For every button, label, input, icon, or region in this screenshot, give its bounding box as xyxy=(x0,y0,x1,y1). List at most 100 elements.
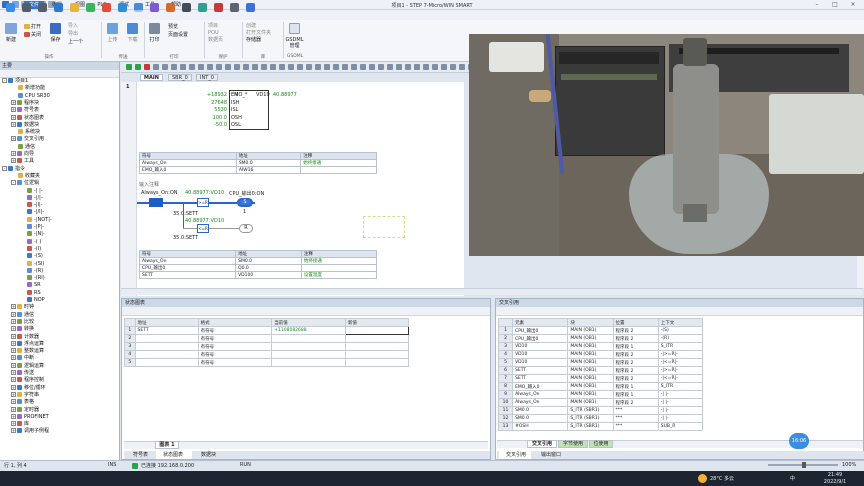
editor-tool-icon[interactable] xyxy=(135,64,141,70)
lib-memory-button[interactable]: 存储器 xyxy=(246,37,276,43)
gsdml-button[interactable]: GSDML管理 xyxy=(285,37,304,49)
editor-tool-icon[interactable] xyxy=(279,64,285,70)
windows-start-icon[interactable] xyxy=(6,3,15,12)
editor-tool-icon[interactable] xyxy=(360,64,366,70)
editor-tool-icon[interactable] xyxy=(252,64,258,70)
expand-icon[interactable]: + xyxy=(11,384,16,390)
sheet-tab-chart1[interactable]: 图表 1 xyxy=(155,441,179,449)
editor-tool-icon[interactable] xyxy=(405,64,411,70)
wechat-icon[interactable] xyxy=(86,3,95,12)
tab-main[interactable]: MAIN xyxy=(140,74,163,81)
tree-item[interactable]: -(RI) xyxy=(0,275,45,282)
tree-item[interactable]: + 移位/循环 xyxy=(0,384,46,392)
editor-tool-icon[interactable] xyxy=(225,64,231,70)
save-button[interactable]: 保存 xyxy=(47,37,64,43)
table-row[interactable]: 6 SETT MAIN (OB1) 程序段 2 -|>=R|- xyxy=(497,366,704,375)
tree-item[interactable]: -|P|- xyxy=(0,224,44,231)
expand-icon[interactable]: + xyxy=(11,151,16,156)
tree-item[interactable]: -( ) xyxy=(0,238,41,246)
tree-item[interactable]: + 整数运算 xyxy=(0,348,44,355)
reset-coil[interactable]: R xyxy=(239,224,253,233)
tree-item[interactable]: + 表格 xyxy=(0,399,34,406)
task-view-icon[interactable] xyxy=(38,3,47,12)
table-row[interactable]: 11 SM0.0 S_ITR (SBR1) *** -| |- xyxy=(497,406,704,415)
editor-tool-icon[interactable] xyxy=(387,64,393,70)
tree-item[interactable]: -(I) xyxy=(0,245,41,253)
network-comment[interactable]: 输入注释 xyxy=(139,181,159,188)
tab-symbol-table[interactable]: 符号表 xyxy=(126,451,156,459)
open-button[interactable]: 打开 xyxy=(31,24,45,30)
sheet-tab-bit-usage[interactable]: 位使用 xyxy=(589,440,613,448)
editor-tool-icon[interactable] xyxy=(261,64,267,70)
editor-tool-icon[interactable] xyxy=(396,64,402,70)
tree-item[interactable]: + PROFINET xyxy=(0,413,49,421)
tree-item[interactable]: 新增功能 xyxy=(0,85,45,92)
tree-item[interactable]: + 中断 xyxy=(0,355,34,362)
lib-open-folder-button[interactable]: 打开文件夹 xyxy=(246,30,282,36)
editor-tool-icon[interactable] xyxy=(351,64,357,70)
export-button[interactable]: 导出 xyxy=(68,31,92,37)
tree-item[interactable]: + 转换 xyxy=(0,326,34,333)
tree-item[interactable]: + 程序控制 xyxy=(0,377,44,384)
tree-item[interactable]: + 比较 xyxy=(0,318,34,326)
maximize-icon[interactable]: □ xyxy=(830,1,840,9)
previous-button[interactable]: 上一个 xyxy=(68,39,98,45)
status-chart-table[interactable]: 地址 格式 当前值 新值 1 SETT 有符号 +1108082688 2 有符号 3有… xyxy=(124,318,410,367)
expand-icon[interactable]: + xyxy=(11,158,16,164)
table-row[interactable]: 2 CPU_输出0 MAIN (OB1) 程序段 2 -(R) xyxy=(497,334,704,343)
sheet-tab-crossref[interactable]: 交叉引用 xyxy=(527,440,557,448)
expand-icon[interactable]: + xyxy=(11,348,16,354)
expand-icon[interactable]: + xyxy=(11,391,16,397)
project-protect-button[interactable]: 项目 xyxy=(208,23,238,29)
table-row[interactable]: 7 SETT MAIN (OB1) 程序段 2 -|<=R|- xyxy=(497,374,704,383)
minimize-icon[interactable]: – xyxy=(812,1,822,9)
editor-tool-icon[interactable] xyxy=(441,64,447,70)
table-row[interactable]: 1 CPU_输出0 MAIN (OB1) 程序段 2 -(S) xyxy=(497,326,704,335)
app-icon[interactable] xyxy=(214,3,223,12)
tree-item[interactable]: + 字符串 xyxy=(0,391,39,399)
close-button[interactable]: 关闭 xyxy=(31,32,45,38)
editor-tool-icon[interactable] xyxy=(189,64,195,70)
app-icon[interactable] xyxy=(230,3,239,12)
import-button[interactable]: 导入 xyxy=(68,23,92,29)
editor-tool-icon[interactable] xyxy=(153,64,159,70)
tree-item[interactable]: + 浮点运算 xyxy=(0,340,44,348)
expand-icon[interactable]: + xyxy=(11,370,16,375)
download-button[interactable]: 下载 xyxy=(124,37,141,43)
app-icon[interactable] xyxy=(182,3,191,12)
table-row[interactable]: 12 SM0.0 S_ITR (SBR1) *** -| |- xyxy=(497,414,704,423)
expand-icon[interactable]: + xyxy=(11,326,16,332)
weather-text[interactable]: 28°C 多云 xyxy=(710,475,734,482)
tree-item[interactable]: + 逻辑运算 xyxy=(0,362,44,370)
tree-item[interactable]: + 符号表 xyxy=(0,107,39,114)
tree-item[interactable]: 收藏夹 xyxy=(0,172,40,180)
table-row[interactable]: 8 EMO_输入0 MAIN (OB1) 程序段 1 S_ITR xyxy=(497,382,704,391)
editor-tool-icon[interactable] xyxy=(342,64,348,70)
tree-item[interactable]: + 交叉引用 xyxy=(0,136,44,143)
table-row[interactable]: 10 Always_On MAIN (OB1) 程序段 2 -| |- xyxy=(497,398,704,407)
edge-icon[interactable] xyxy=(54,3,63,12)
zoom-slider-thumb[interactable] xyxy=(802,462,806,468)
tree-item[interactable]: + 计数器 xyxy=(0,333,39,341)
editor-tool-icon[interactable] xyxy=(459,64,465,70)
tree-item[interactable]: -(SI) xyxy=(0,260,44,268)
tree-item[interactable]: - 指令 xyxy=(0,165,25,173)
set-coil[interactable]: S xyxy=(237,198,253,207)
close-icon[interactable]: × xyxy=(848,1,858,9)
sheet-tab-byte-usage[interactable]: 字节使用 xyxy=(558,440,588,448)
tree-item[interactable]: + 工具 xyxy=(0,158,34,165)
editor-tool-icon[interactable] xyxy=(378,64,384,70)
compare-le-contact[interactable]: <=R xyxy=(197,224,209,233)
table-row[interactable]: 3 VD10 MAIN (OB1) 程序段 1 S_ITR xyxy=(497,342,704,351)
tree-item[interactable]: -|I|- xyxy=(0,202,42,209)
editor-tool-icon[interactable] xyxy=(216,64,222,70)
editor-tool-icon[interactable] xyxy=(180,64,186,70)
clock-date[interactable]: 2022/9/1 xyxy=(822,479,848,485)
upload-button[interactable]: 上传 xyxy=(104,37,121,43)
app-icon[interactable] xyxy=(166,3,175,12)
tree-item[interactable]: -|NOT|- xyxy=(0,216,52,224)
expand-icon[interactable]: + xyxy=(11,428,16,434)
expand-icon[interactable]: + xyxy=(11,421,16,427)
tree-item[interactable]: - 项目1 xyxy=(0,78,28,85)
collapse-icon[interactable]: - xyxy=(2,165,7,171)
